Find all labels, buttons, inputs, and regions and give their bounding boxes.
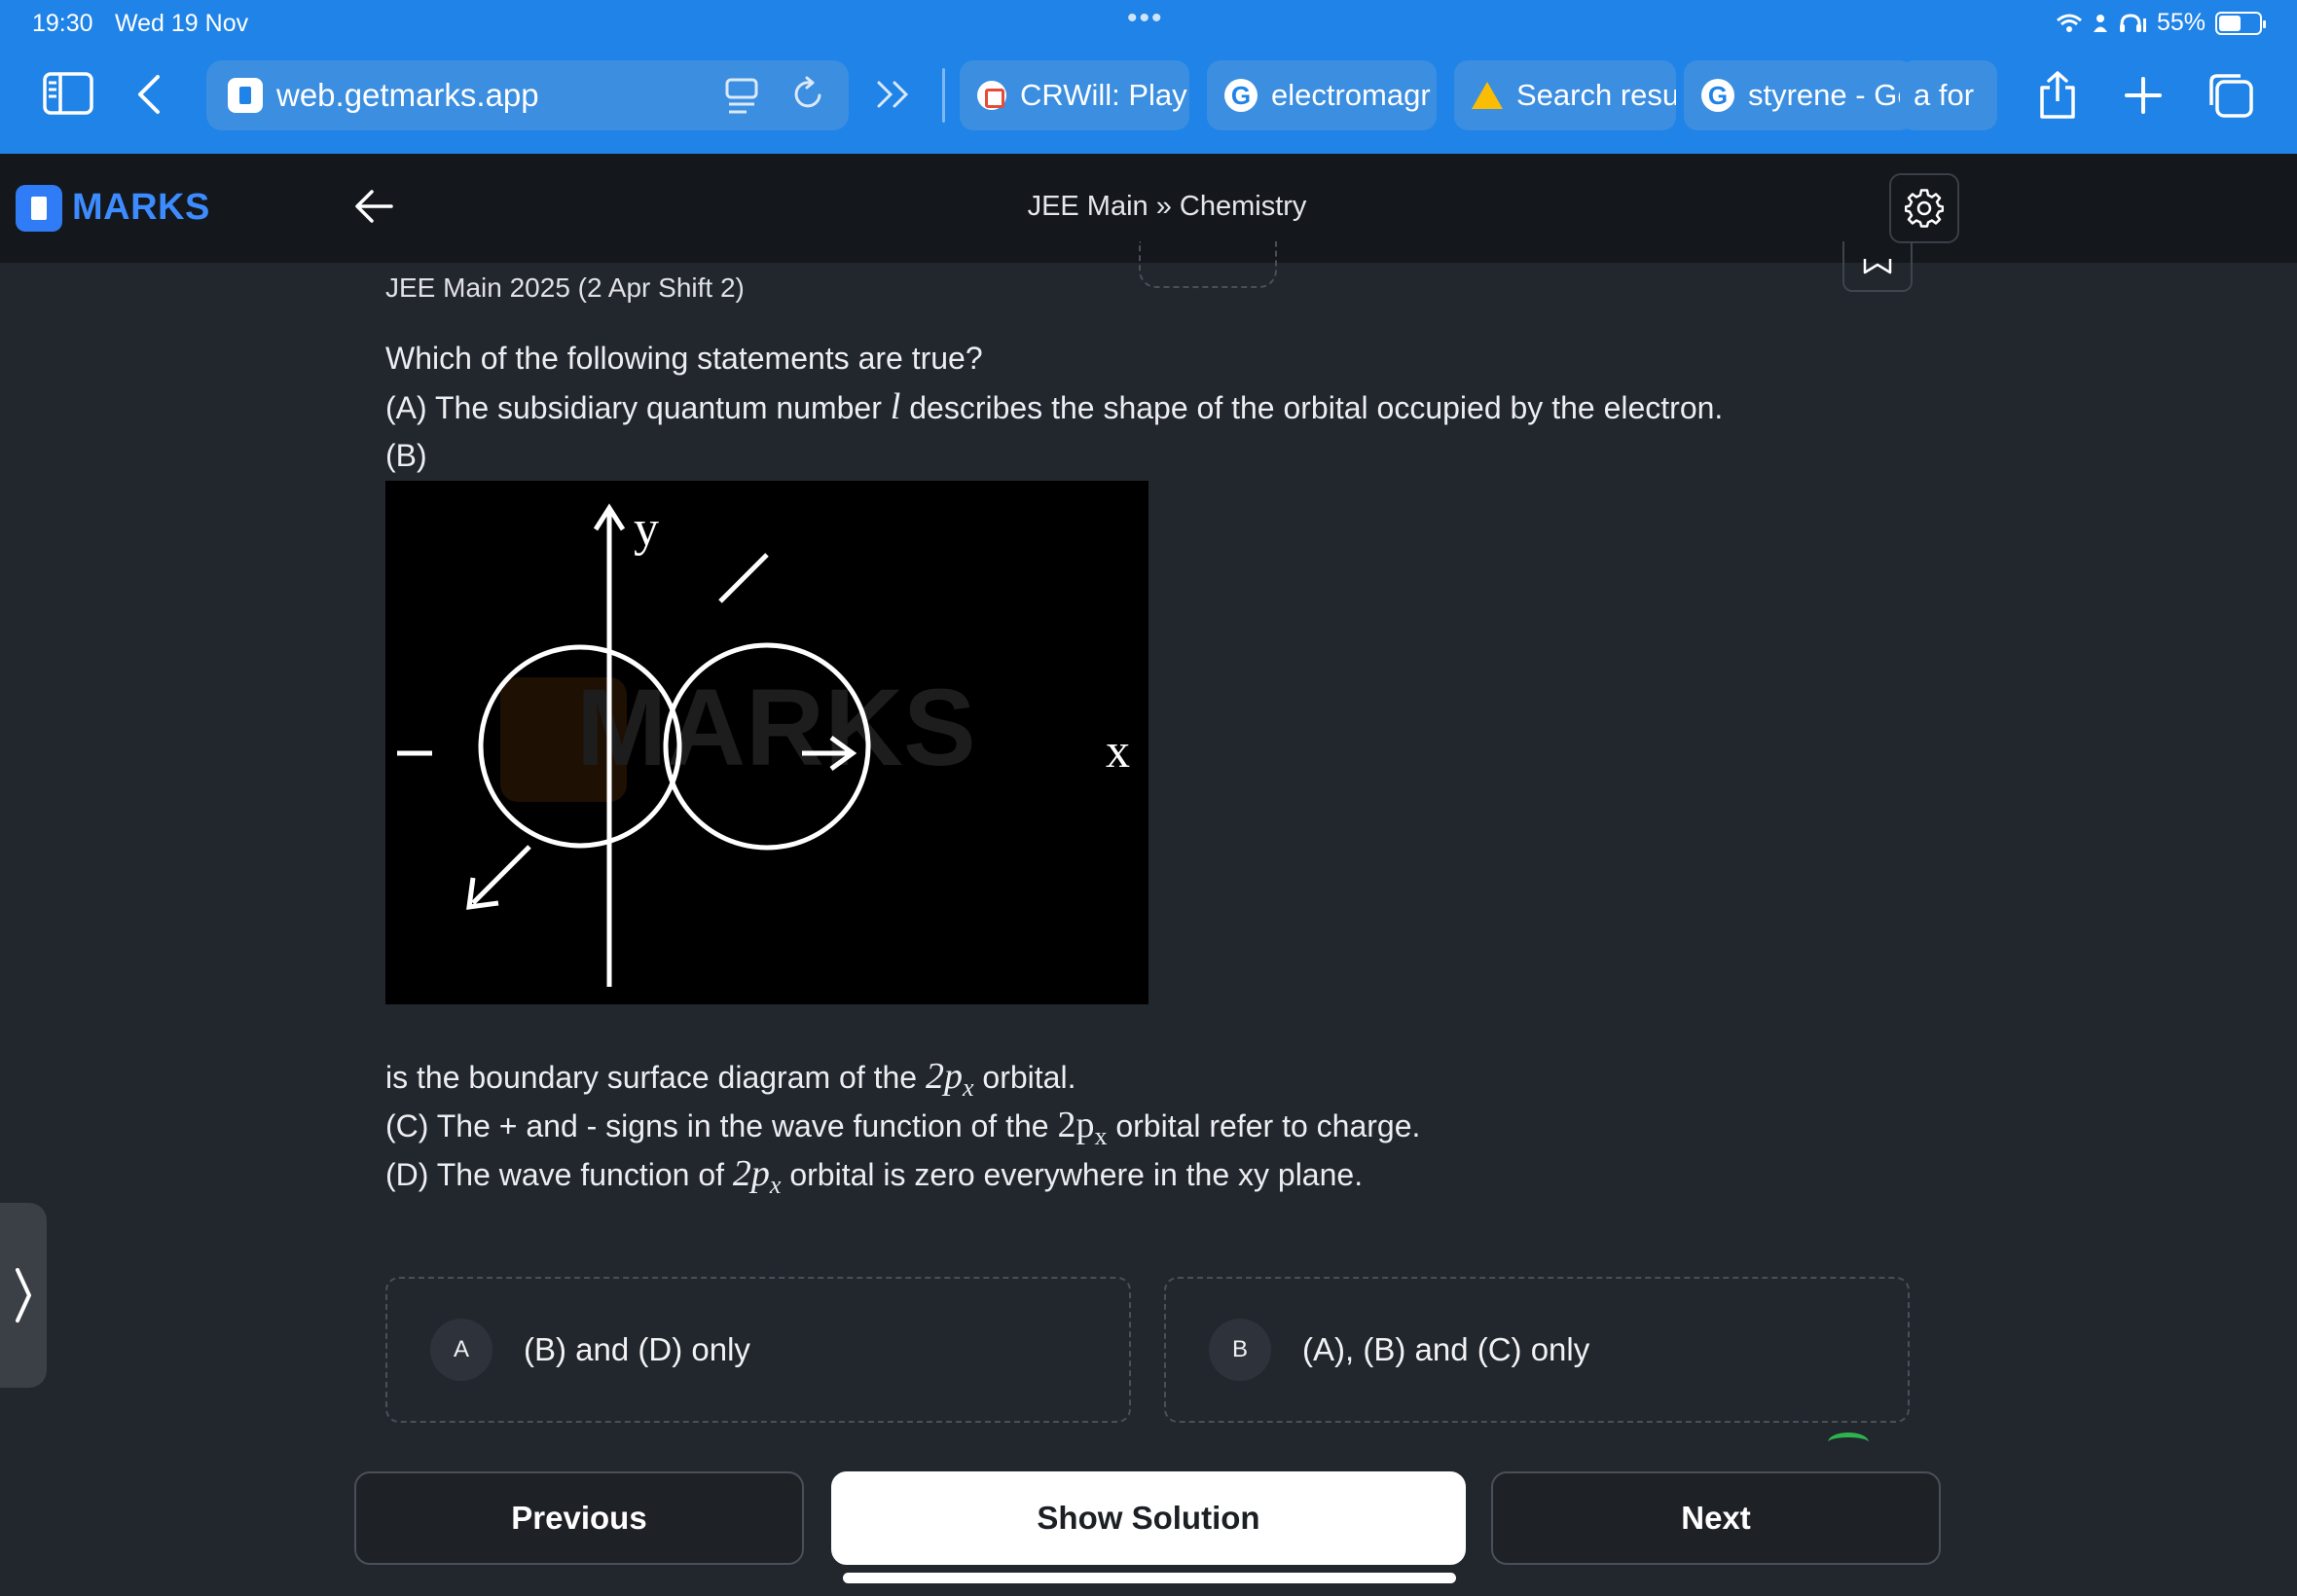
home-indicator[interactable] [843, 1573, 1456, 1583]
watermark-text: MARKS [576, 667, 976, 788]
question-prompt: Which of the following statements are tr… [385, 341, 983, 376]
option-a[interactable]: A (B) and (D) only [385, 1277, 1131, 1423]
crwill-icon [977, 81, 1006, 110]
wifi-icon [2056, 14, 2082, 32]
bookmark-icon [1863, 259, 1892, 274]
browser-back-icon[interactable] [136, 74, 162, 115]
share-icon[interactable] [2038, 70, 2077, 121]
google-drive-icon [1472, 82, 1503, 109]
orbital-diagram: MARKS y x [385, 481, 1148, 1004]
option-letter: A [430, 1319, 492, 1381]
tab-search-results[interactable]: Search resu [1454, 60, 1676, 130]
y-axis-label: y [634, 501, 659, 557]
bookmark-button[interactable] [1842, 241, 1913, 292]
tab-label: a for [1914, 78, 1975, 112]
statement-b-label: (B) [385, 438, 427, 473]
status-indicators: 55% [2056, 9, 2266, 37]
reload-icon[interactable] [790, 76, 825, 118]
tab-label: styrene - Gc [1748, 78, 1913, 112]
settings-button[interactable] [1889, 173, 1959, 243]
statement-c: (C) The + and - signs in the wave functi… [385, 1105, 1421, 1150]
option-text: (A), (B) and (C) only [1302, 1331, 1590, 1367]
tab-label: electromagr [1271, 78, 1431, 112]
site-favicon-icon [228, 78, 263, 113]
sidebar-toggle-icon[interactable] [43, 72, 93, 115]
watermark-logo: MARKS [500, 667, 976, 802]
tab-a-for[interactable]: a for [1900, 60, 1997, 130]
status-date: Wed 19 Nov [115, 10, 249, 37]
battery-icon [2215, 11, 2266, 35]
tab-overview-icon[interactable] [2207, 72, 2254, 119]
z-axis-front [471, 845, 531, 905]
x-axis-label: x [1106, 723, 1130, 778]
chevron-right-icon [16, 1268, 32, 1323]
correct-indicator [1828, 1433, 1869, 1452]
reader-mode-icon[interactable] [725, 78, 758, 120]
browser-chrome: 19:30 Wed 19 Nov ••• 55% web.getmarks.ap… [0, 0, 2297, 154]
side-drawer-handle[interactable] [0, 1203, 47, 1388]
battery-percent: 55% [2156, 9, 2206, 36]
z-axis-back [718, 553, 769, 603]
option-text: (B) and (D) only [524, 1331, 750, 1367]
tab-crwill[interactable]: CRWill: Play [960, 60, 1189, 130]
option-letter: B [1209, 1319, 1271, 1381]
previous-button[interactable]: Previous [354, 1471, 804, 1565]
multitasking-dots[interactable]: ••• [1127, 2, 1164, 35]
orbital-symbol: 2px [732, 1153, 782, 1199]
tab-separator [942, 68, 945, 123]
tab-label: Search resu [1516, 78, 1676, 112]
google-icon: G [1224, 79, 1258, 112]
tab-label: CRWill: Play [1020, 78, 1187, 112]
new-tab-plus-icon[interactable] [2124, 76, 2163, 115]
next-button[interactable]: Next [1491, 1471, 1941, 1565]
exam-source: JEE Main 2025 (2 Apr Shift 2) [385, 272, 745, 303]
person-icon [2093, 14, 2107, 32]
statement-a: (A) The subsidiary quantum number l desc… [385, 386, 1724, 427]
google-icon: G [1701, 79, 1734, 112]
headphones-icon [2119, 13, 2146, 32]
tab-electromagnetic[interactable]: G electromagr [1207, 60, 1437, 130]
show-solution-button[interactable]: Show Solution [831, 1471, 1466, 1565]
address-bar[interactable]: web.getmarks.app [206, 60, 849, 130]
more-tabs-chevron-icon[interactable] [876, 80, 913, 109]
status-time: 19:30 [32, 10, 93, 37]
gear-icon [1905, 189, 1944, 228]
quantum-number-symbol: l [890, 386, 901, 427]
url-text: web.getmarks.app [276, 77, 539, 113]
tab-styrene[interactable]: G styrene - Gc [1684, 60, 1914, 130]
statement-b-continued: is the boundary surface diagram of the 2… [385, 1056, 1076, 1102]
timer-badge [1139, 241, 1277, 288]
option-b[interactable]: B (A), (B) and (C) only [1164, 1277, 1910, 1423]
status-bar: 19:30 Wed 19 Nov ••• 55% [0, 0, 2297, 47]
orbital-symbol: 2px [925, 1056, 974, 1102]
statement-d: (D) The wave function of 2px orbital is … [385, 1153, 1364, 1199]
orbital-symbol: 2px [1057, 1105, 1108, 1150]
